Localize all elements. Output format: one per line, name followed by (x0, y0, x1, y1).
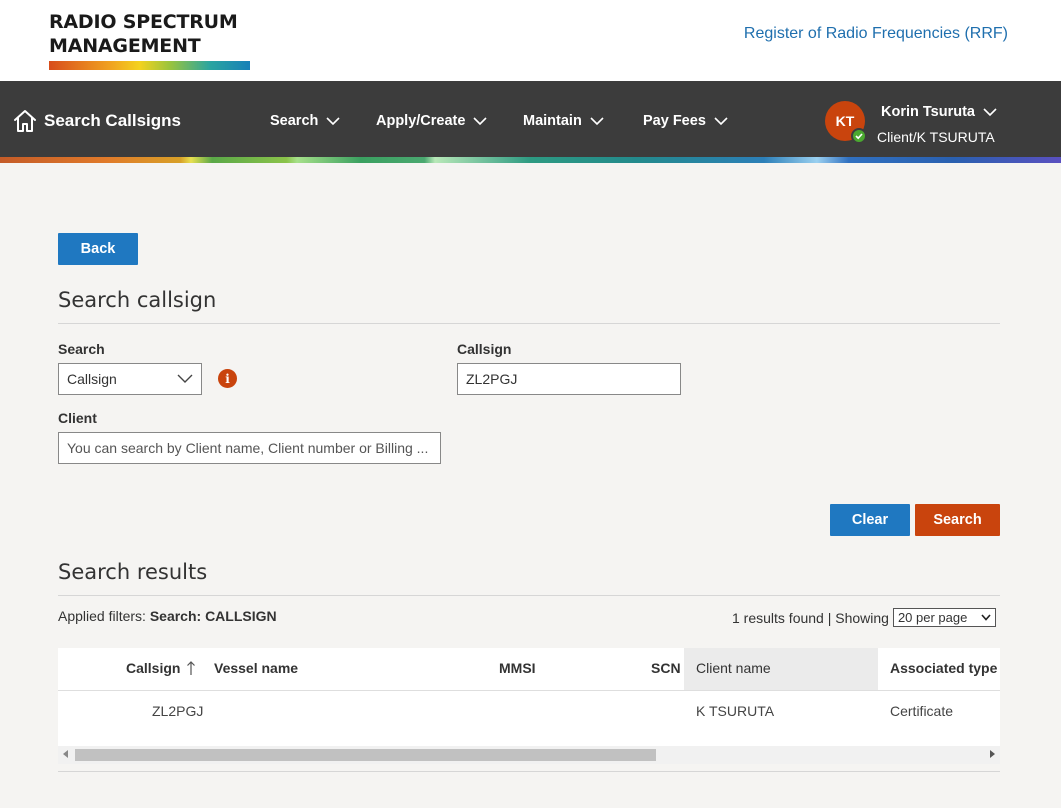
nav-search-menu[interactable]: Search (270, 113, 340, 129)
nav-color-stripe (0, 157, 1061, 163)
cell-callsign[interactable]: ZL2PGJ (152, 703, 203, 719)
chevron-down-icon (714, 117, 728, 126)
chevron-down-icon (326, 117, 340, 126)
divider (58, 595, 1000, 596)
chevron-down-icon (981, 614, 991, 621)
nav-maintain-label: Maintain (523, 113, 582, 129)
per-page-value: 20 per page (897, 610, 968, 625)
user-menu[interactable]: Korin Tsuruta (881, 104, 997, 120)
logo-line-1: RADIO SPECTRUM (49, 11, 238, 33)
search-type-select[interactable]: Callsign (58, 363, 202, 395)
per-page-select[interactable]: 20 per page (892, 608, 996, 627)
search-type-value: Callsign (67, 371, 117, 387)
applied-filters-value: Search: CALLSIGN (149, 608, 277, 624)
home-link[interactable]: Search Callsigns (12, 108, 181, 134)
sort-ascending-icon (187, 661, 196, 675)
results-count: 1 results found | Showing (732, 609, 889, 626)
scroll-right-arrow-icon[interactable] (990, 750, 995, 758)
clear-button[interactable]: Clear (830, 504, 910, 536)
callsign-input[interactable]: ZL2PGJ (457, 363, 681, 395)
results-title: Search results (58, 560, 208, 584)
column-header-label: Callsign (126, 660, 181, 676)
column-header-client-name[interactable]: Client name (696, 660, 771, 676)
search-button[interactable]: Search (915, 504, 1000, 536)
nav-apply-create-label: Apply/Create (376, 113, 466, 129)
scrollbar-thumb[interactable] (75, 749, 656, 761)
table-divider (58, 690, 1000, 691)
search-type-label: Search (58, 341, 105, 357)
column-header-vessel-name[interactable]: Vessel name (214, 660, 298, 676)
chevron-down-icon (590, 117, 604, 126)
user-name: Korin Tsuruta (881, 104, 975, 120)
nav-search-label: Search (270, 113, 319, 129)
cell-associated-type: Certificate (890, 703, 954, 719)
info-icon[interactable]: i (218, 369, 237, 388)
client-label: Client (58, 410, 97, 426)
results-meta: 1 results found | Showing 20 per page (732, 608, 996, 627)
back-button[interactable]: Back (58, 233, 138, 265)
client-search-input[interactable]: You can search by Client name, Client nu… (58, 432, 441, 464)
logo-line-2: MANAGEMENT (49, 35, 201, 57)
column-header-callsign[interactable]: Callsign (126, 660, 196, 676)
divider (58, 771, 1000, 772)
applied-filters-prefix: Applied filters: (58, 608, 146, 624)
divider (58, 323, 1000, 324)
rrf-link[interactable]: Register of Radio Frequencies (RRF) (744, 25, 1008, 43)
top-header: RADIO SPECTRUM MANAGEMENT Register of Ra… (0, 0, 1061, 81)
column-header-associated-type[interactable]: Associated type (890, 660, 997, 676)
verified-check-icon (851, 128, 867, 144)
home-icon (14, 110, 36, 132)
chevron-down-icon (473, 117, 488, 126)
applied-filters: Applied filters: Search: CALLSIGN (58, 608, 277, 624)
scroll-left-arrow-icon[interactable] (63, 750, 68, 758)
cell-client-name: K TSURUTA (696, 703, 775, 719)
column-header-scn[interactable]: SCN (651, 660, 681, 676)
column-header-mmsi[interactable]: MMSI (499, 660, 536, 676)
page-title: Search callsign (58, 288, 217, 312)
rsm-logo[interactable]: RADIO SPECTRUM MANAGEMENT (49, 10, 250, 72)
logo-color-bar (49, 61, 250, 70)
home-label: Search Callsigns (44, 111, 182, 130)
nav-pay-fees-label: Pay Fees (643, 113, 706, 129)
chevron-down-icon (983, 108, 997, 117)
user-role: Client/K TSURUTA (877, 129, 995, 145)
nav-maintain-menu[interactable]: Maintain (523, 113, 604, 129)
callsign-label: Callsign (457, 341, 512, 357)
nav-pay-fees-menu[interactable]: Pay Fees (643, 113, 728, 129)
chevron-down-icon (177, 374, 193, 383)
nav-apply-create-menu[interactable]: Apply/Create (376, 113, 488, 129)
